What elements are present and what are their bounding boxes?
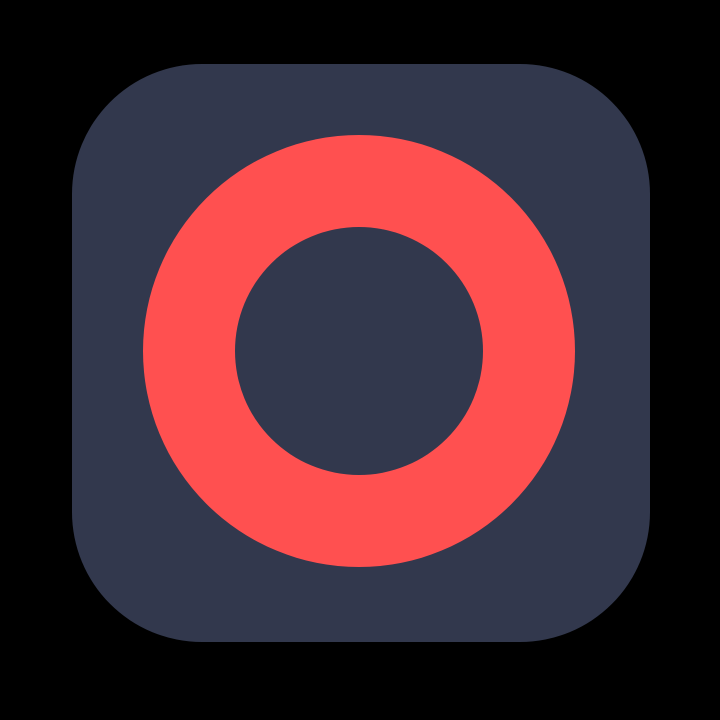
app-icon-tile[interactable] xyxy=(72,64,650,642)
ring-icon xyxy=(72,64,650,642)
ring-inner-circle xyxy=(235,227,483,475)
app-icon-canvas xyxy=(0,0,720,720)
